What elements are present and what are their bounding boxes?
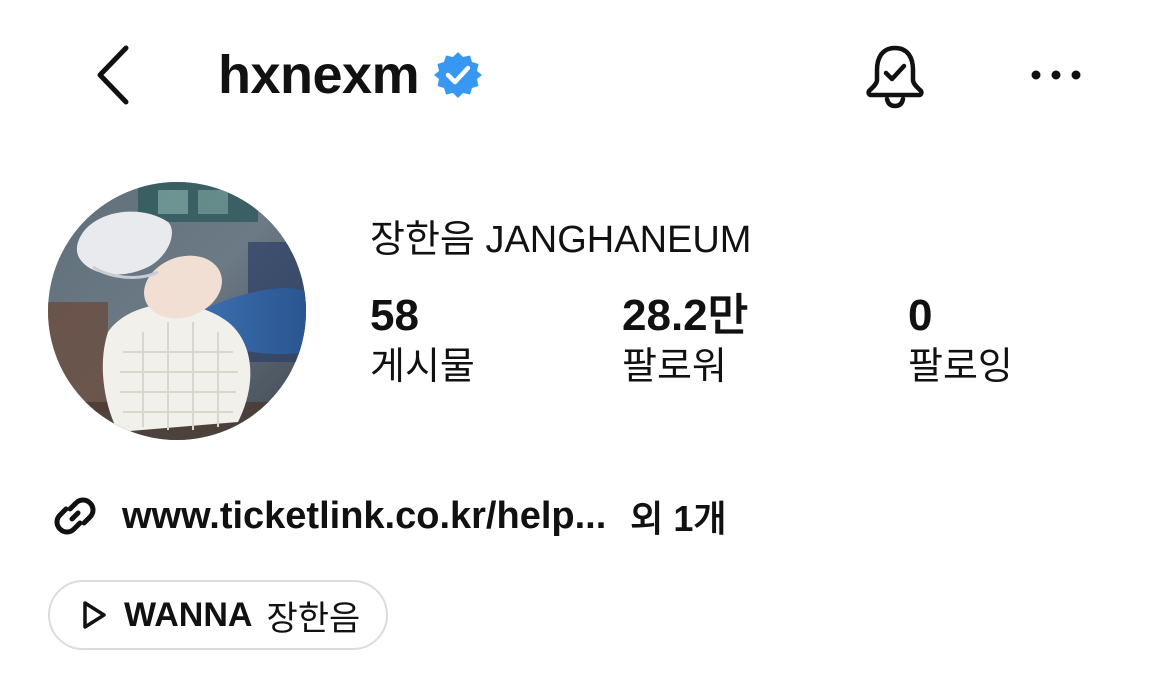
avatar[interactable] — [48, 182, 306, 440]
username-container: hxnexm — [218, 40, 483, 110]
following-label: 팔로잉 — [908, 346, 1013, 389]
music-artist: 장한음 — [266, 599, 361, 638]
link-url: www.ticketlink.co.kr/help... — [122, 494, 607, 537]
music-title: WANNA — [124, 595, 253, 634]
link-icon — [54, 497, 96, 535]
stat-posts[interactable]: 58 게시물 — [370, 291, 475, 392]
following-count: 0 — [908, 291, 933, 340]
more-horizontal-icon — [1031, 70, 1081, 80]
play-icon — [83, 601, 106, 629]
bell-check-icon — [866, 45, 924, 109]
display-name: 장한음 JANGHANEUM — [370, 219, 752, 261]
followers-count: 28.2만 — [622, 291, 749, 340]
followers-label: 팔로워 — [622, 346, 727, 389]
posts-label: 게시물 — [370, 346, 475, 389]
posts-count: 58 — [370, 291, 419, 340]
profile-photo — [48, 182, 306, 440]
profile-page: hxnexm 장한음 JANGHANEUM 58 게시물 28.2만 팔로워 0… — [0, 0, 1170, 699]
notifications-button[interactable] — [860, 40, 930, 110]
verified-badge-icon — [434, 52, 483, 98]
stat-followers[interactable]: 28.2만 팔로워 — [622, 291, 749, 392]
profile-header: hxnexm — [0, 0, 1170, 150]
link-extra-count: 외 1개 — [630, 498, 727, 539]
back-button[interactable] — [88, 42, 138, 108]
chevron-left-icon — [97, 45, 129, 105]
profile-music-button[interactable]: WANNA 장한음 — [48, 580, 388, 650]
stat-following[interactable]: 0 팔로잉 — [908, 291, 1013, 392]
bio-link[interactable]: www.ticketlink.co.kr/help... 외 1개 — [48, 488, 727, 544]
more-options-button[interactable] — [1028, 55, 1084, 95]
username: hxnexm — [218, 45, 420, 105]
